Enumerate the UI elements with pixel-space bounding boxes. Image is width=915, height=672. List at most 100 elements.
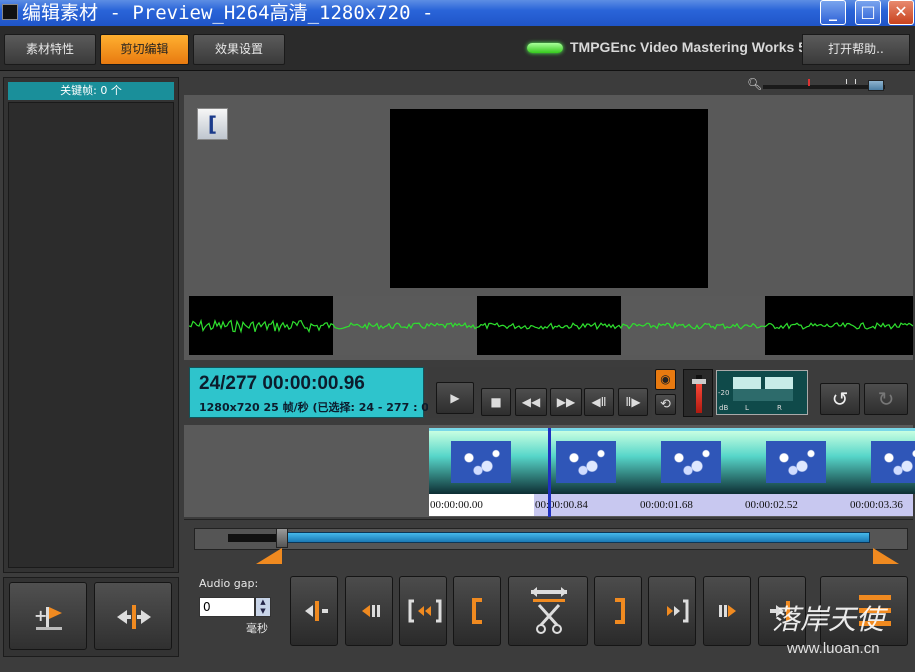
tab-clip-properties[interactable]: 素材特性 <box>4 34 96 65</box>
add-keyframe-button[interactable]: + <box>9 582 87 650</box>
audio-gap-input[interactable]: 0 <box>199 597 255 617</box>
stop-icon: ■ <box>490 395 502 409</box>
timecode-display: 24/277 00:00:00.96 1280x720 25 帧/秒 (已选择:… <box>189 367 429 418</box>
thumbnail-image <box>766 441 826 483</box>
thumbnail-time: 00:00:02.52 <box>744 494 849 516</box>
thumbnail-image <box>871 441 915 483</box>
keyframe-list[interactable] <box>8 102 174 568</box>
keyframe-count: 关键帧: 0 个 <box>8 82 174 100</box>
playhead[interactable] <box>548 428 551 517</box>
keyframe-actions: + <box>3 577 179 657</box>
thumbnail-image <box>451 441 511 483</box>
meter-label-db: dB <box>719 404 729 412</box>
step-forward-button[interactable] <box>703 576 751 646</box>
audio-toggle-button[interactable]: ◉ <box>655 369 676 390</box>
speaker-icon: ◉ <box>660 372 671 386</box>
zoom-icon: 🔍︎ <box>747 77 763 91</box>
undo-icon: ↺ <box>831 387 849 411</box>
app-icon[interactable] <box>2 4 18 20</box>
rewind-button[interactable]: ◀◀ <box>515 388 547 416</box>
thumbnail-image <box>556 441 616 483</box>
next-frame-icon: Ⅱ▶ <box>625 395 641 409</box>
go-to-in-icon <box>305 601 328 621</box>
tab-cut-edit[interactable]: 剪切编辑 <box>100 34 189 65</box>
fast-forward-button[interactable]: ▶▶ <box>550 388 582 416</box>
trim-selection-bar <box>284 532 870 543</box>
prev-cut-button[interactable] <box>399 576 447 646</box>
set-end-button[interactable] <box>594 576 642 646</box>
next-frame-button[interactable]: Ⅱ▶ <box>618 388 648 416</box>
step-back-icon <box>362 605 380 617</box>
volume-slider-thumb[interactable] <box>692 379 706 384</box>
meter-fill <box>733 389 793 401</box>
watermark-text: 落岸天使 <box>772 603 885 636</box>
loop-icon: ⟲ <box>660 397 671 412</box>
thumbnail-time: 00:00:00.00 <box>429 494 534 516</box>
rewind-icon: ◀◀ <box>521 395 541 409</box>
scissors-icon <box>531 587 567 634</box>
window-title: 编辑素材 - Preview_H264高清_1280x720 - <box>22 2 434 24</box>
thumbnail[interactable] <box>639 428 744 494</box>
step-back-button[interactable] <box>345 576 393 646</box>
timecode-info: 1280x720 25 帧/秒 (已选择: 24 - 277 : 0 <box>199 401 429 414</box>
loop-button[interactable]: ⟲ <box>655 394 676 415</box>
undo-button[interactable]: ↺ <box>820 383 860 415</box>
mode-toolbar: 素材特性 剪切编辑 效果设置 TMPGEnc Video Mastering W… <box>0 26 915 71</box>
audio-waveform <box>189 296 913 355</box>
fast-forward-icon: ▶▶ <box>556 395 576 409</box>
transport-controls: ▶ ■ ◀◀ ▶▶ ◀Ⅱ Ⅱ▶ <box>428 367 652 418</box>
thumbnail[interactable] <box>429 428 534 494</box>
in-point-marker[interactable] <box>256 548 282 564</box>
next-cut-icon <box>667 599 689 623</box>
set-in-point-button[interactable]: [ <box>197 108 228 140</box>
zoom-ticks <box>846 79 856 84</box>
volume-control <box>683 369 713 417</box>
stop-button[interactable]: ■ <box>481 388 511 416</box>
title-bar: 编辑素材 - Preview_H264高清_1280x720 - _ □ ✕ <box>0 0 915 26</box>
split-keyframe-button[interactable] <box>94 582 172 650</box>
brand-led-icon <box>527 43 563 53</box>
thumbnail[interactable] <box>849 428 915 494</box>
zoom-marker <box>808 79 810 86</box>
cut-button[interactable] <box>508 576 588 646</box>
out-point-marker[interactable] <box>873 548 899 564</box>
set-start-button[interactable] <box>453 576 501 646</box>
minimize-button[interactable]: _ <box>820 0 846 25</box>
keyframe-panel: 关键帧: 0 个 <box>3 77 179 573</box>
prev-frame-icon: ◀Ⅱ <box>591 395 607 409</box>
meter-label-right: R <box>777 404 782 412</box>
help-button[interactable]: 打开帮助.. <box>802 34 910 65</box>
video-preview <box>390 109 708 288</box>
audio-gap-unit: 毫秒 <box>246 622 268 635</box>
trim-slider-thumb[interactable] <box>276 528 288 548</box>
volume-fill <box>696 382 702 413</box>
thumbnail-image <box>661 441 721 483</box>
svg-text:+: + <box>34 606 47 625</box>
step-forward-icon <box>719 605 736 617</box>
thumbnail-time: 00:00:03.36 <box>849 494 913 516</box>
watermark-url: www.luoan.cn <box>787 640 880 657</box>
trim-slider-pre <box>228 534 280 542</box>
prev-frame-button[interactable]: ◀Ⅱ <box>584 388 614 416</box>
maximize-button[interactable]: □ <box>855 0 881 25</box>
play-icon: ▶ <box>450 391 460 405</box>
redo-button[interactable]: ↻ <box>864 383 908 415</box>
add-keyframe-icon: + <box>34 606 62 630</box>
play-button[interactable]: ▶ <box>436 382 474 414</box>
thumbnail-time: 00:00:01.68 <box>639 494 744 516</box>
zoom-slider-thumb[interactable] <box>868 80 884 91</box>
meter-label-left: L <box>745 404 749 412</box>
audio-meter: -20 dB L R <box>716 370 808 415</box>
split-arrows-icon <box>117 605 151 629</box>
waveform-line <box>189 318 913 334</box>
zoom-slider[interactable] <box>763 85 885 89</box>
tab-effect-settings[interactable]: 效果设置 <box>193 34 285 65</box>
next-cut-button[interactable] <box>648 576 696 646</box>
end-bracket-icon <box>615 598 625 624</box>
close-button[interactable]: ✕ <box>888 0 914 25</box>
audio-gap-stepper[interactable]: ▲ ▼ <box>255 597 271 617</box>
meter-scale: -20 <box>718 389 730 397</box>
thumbnail[interactable] <box>744 428 849 494</box>
go-to-in-button[interactable] <box>290 576 338 646</box>
start-bracket-icon <box>472 598 482 624</box>
